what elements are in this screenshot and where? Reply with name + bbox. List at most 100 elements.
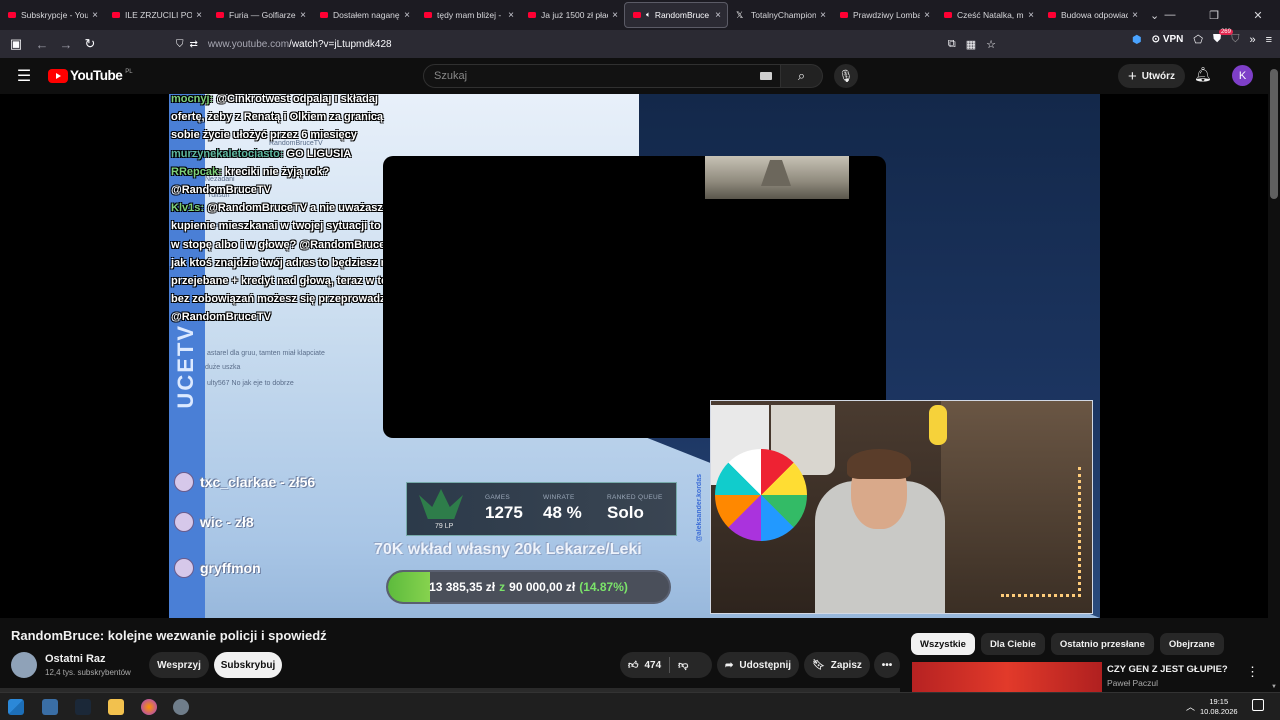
- app-menu-icon[interactable]: ≡: [1266, 34, 1272, 46]
- youtube-icon: [320, 12, 328, 18]
- browser-tab[interactable]: Cześć Natalka, mo ×: [936, 2, 1040, 28]
- shield-icon[interactable]: ⛉: [176, 39, 184, 50]
- tab-close-icon[interactable]: ×: [1028, 10, 1034, 21]
- voice-search-button[interactable]: 🎙︎: [834, 64, 858, 88]
- bookmark-icon: 🔖︎: [812, 659, 825, 671]
- browser-tab[interactable]: Dostałem naganę ×: [312, 2, 416, 28]
- filter-chip[interactable]: Obejrzane: [1159, 633, 1224, 655]
- yellow-lamp: [929, 405, 947, 445]
- minimap-thumbnail: [705, 156, 849, 199]
- speaker-icon[interactable]: 🔈︎: [646, 10, 651, 20]
- youtube-play-icon: [48, 68, 68, 83]
- tab-close-icon[interactable]: ×: [924, 10, 930, 21]
- donor-row: txc_clarkae - zł56: [174, 472, 315, 492]
- filter-chip[interactable]: Dla Ciebie: [980, 633, 1045, 655]
- divider: [669, 657, 671, 673]
- games-stat: GAMES 1275: [485, 494, 523, 523]
- share-label: Udostępnij: [739, 659, 792, 671]
- create-button[interactable]: + Utwórz: [1118, 64, 1185, 88]
- channel-avatar[interactable]: [11, 652, 37, 678]
- search-input[interactable]: [434, 70, 734, 82]
- notifications-bell-icon[interactable]: 🔔︎: [1194, 66, 1212, 83]
- back-button[interactable]: ←: [30, 32, 54, 56]
- tab-close-icon[interactable]: ×: [820, 10, 826, 21]
- browser-tab[interactable]: ILE ZRZUCILI PO P×: [104, 2, 208, 28]
- close-window-button[interactable]: ✕: [1236, 0, 1280, 30]
- recommendation-title[interactable]: CZY GEN Z JEST GŁUPIE?: [1107, 664, 1228, 675]
- channel-name[interactable]: Ostatni Raz: [45, 653, 106, 665]
- like-button[interactable]: 👍︎ 474: [628, 659, 661, 672]
- search-box[interactable]: [423, 64, 781, 88]
- more-actions-button[interactable]: •••: [874, 652, 900, 678]
- chat-line: @RandomBruceTV: [171, 308, 271, 326]
- keyboard-icon[interactable]: [760, 72, 772, 80]
- scrollbar-thumb[interactable]: [1270, 69, 1278, 199]
- file-explorer-icon[interactable]: [108, 699, 124, 715]
- address-bar[interactable]: ⛉ ⇄ www.youtube.com/watch?v=jLtupmdk428 …: [176, 32, 1002, 56]
- adblock-icon[interactable]: ⛊ 269: [1213, 29, 1233, 46]
- tab-close-icon[interactable]: ×: [715, 10, 721, 21]
- picture-in-picture-icon[interactable]: ⧉: [948, 38, 956, 51]
- maximize-button[interactable]: ❐: [1192, 0, 1236, 30]
- page-scrollbar[interactable]: [1268, 58, 1280, 692]
- recommendation-thumbnail[interactable]: [912, 662, 1102, 692]
- stream-frame[interactable]: UCETV RandomBruceTV Nezadani Yulisun mate_3…: [169, 94, 1100, 618]
- chat-message: @Cinkrotwest odpalaj i składaj: [213, 94, 378, 105]
- browser-tab[interactable]: 𝕏 TotalnyChampion ×: [728, 2, 832, 28]
- browser-tab[interactable]: 🔈︎ RandomBruce ×: [624, 2, 728, 28]
- permissions-icon[interactable]: ⇄: [190, 39, 198, 50]
- tab-title: Furia — Golfiarze: [229, 10, 296, 20]
- tower-shape: [761, 160, 791, 186]
- hamburger-menu-icon[interactable]: ☰: [14, 66, 34, 86]
- overflow-chevron-icon[interactable]: »: [1249, 34, 1255, 46]
- bookmark-star-icon[interactable]: ☆: [986, 38, 996, 51]
- recommendation-menu-icon[interactable]: ⋮: [1246, 664, 1259, 680]
- recommendation-channel[interactable]: Paweł Paczul: [1107, 678, 1158, 688]
- reload-button[interactable]: ↻: [78, 32, 102, 56]
- browser-tab[interactable]: Prawdziwy Lombard×: [832, 2, 936, 28]
- extension-gray-icon[interactable]: ⛉: [1231, 33, 1239, 46]
- filter-chip[interactable]: Wszystkie: [911, 633, 975, 655]
- windows-start-icon[interactable]: [8, 699, 24, 715]
- tab-close-icon[interactable]: ×: [300, 10, 306, 21]
- forward-button[interactable]: →: [54, 32, 78, 56]
- donor-row: wic - zł8: [174, 512, 254, 532]
- support-button[interactable]: Wesprzyj: [149, 652, 209, 678]
- dislike-button[interactable]: 👎︎: [678, 659, 688, 671]
- tab-close-icon[interactable]: ×: [1132, 10, 1138, 21]
- app-icon[interactable]: [173, 699, 189, 715]
- share-button[interactable]: ➦ Udostępnij: [717, 652, 799, 678]
- save-button[interactable]: 🔖︎ Zapisz: [804, 652, 870, 678]
- minimize-button[interactable]: —: [1148, 0, 1192, 30]
- x-icon: 𝕏: [736, 10, 744, 20]
- browser-tab[interactable]: Furia — Golfiarze ×: [208, 2, 312, 28]
- vpn-button[interactable]: ⊙ VPN: [1152, 34, 1184, 45]
- screenshot-icon[interactable]: ▦: [966, 38, 976, 51]
- extension-puzzle-icon[interactable]: ⬠: [1193, 33, 1203, 46]
- firefox-icon[interactable]: [141, 699, 157, 715]
- notification-center-icon[interactable]: [1252, 699, 1264, 711]
- browser-tab[interactable]: Subskrypcje - YouT ×: [0, 2, 104, 28]
- tab-close-icon[interactable]: ×: [508, 10, 514, 21]
- steam-icon[interactable]: [75, 699, 91, 715]
- task-view-icon[interactable]: [42, 699, 58, 715]
- scroll-down-arrow-icon[interactable]: ▼: [1271, 684, 1277, 690]
- create-label: Utwórz: [1141, 70, 1176, 82]
- tab-close-icon[interactable]: ×: [404, 10, 410, 21]
- tab-close-icon[interactable]: ×: [196, 10, 202, 21]
- tab-close-icon[interactable]: ×: [612, 10, 618, 21]
- extension-shield-icon[interactable]: ⬢: [1132, 33, 1142, 46]
- browser-tab[interactable]: tędy mam bliżej - ×: [416, 2, 520, 28]
- tray-overflow-icon[interactable]: ︿: [1186, 700, 1195, 713]
- browser-tab[interactable]: Budowa odpowiad ×: [1040, 2, 1144, 28]
- tab-close-icon[interactable]: ×: [92, 10, 98, 21]
- chat-username: Klv1s:: [171, 202, 205, 215]
- subscribe-button[interactable]: Subskrybuj: [214, 652, 282, 678]
- account-avatar[interactable]: K: [1232, 65, 1253, 86]
- search-button[interactable]: ⌕: [781, 64, 823, 88]
- sidebar-toggle-icon[interactable]: ▣: [4, 32, 28, 56]
- browser-tab[interactable]: Ja już 1500 zł płac ×: [520, 2, 624, 28]
- system-clock[interactable]: 19:15 10.08.2026: [1200, 697, 1238, 717]
- youtube-logo[interactable]: YouTube PL: [48, 68, 133, 83]
- filter-chip[interactable]: Ostatnio przesłane: [1050, 633, 1154, 655]
